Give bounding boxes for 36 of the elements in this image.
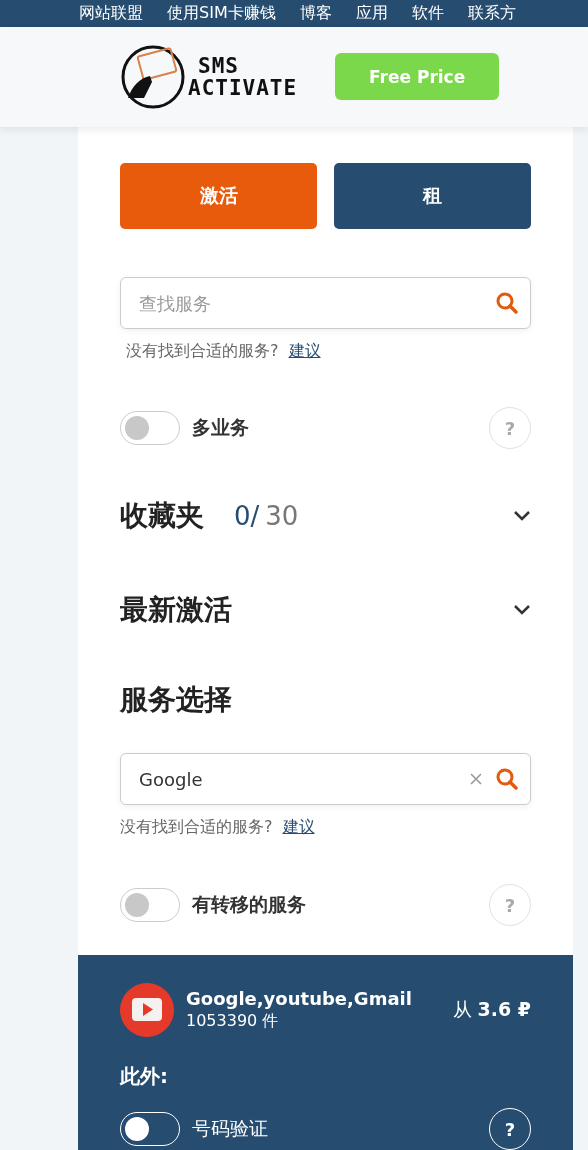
section-title: 服务选择 [120,682,232,718]
toggle-label: 多业务 [192,415,250,440]
number-count: 1053390 件 [186,1011,280,1032]
price-prefix: 从 [452,997,472,1022]
section-title: 最新激活 [120,592,232,628]
logo-icon [120,44,186,110]
section-title: 收藏夹 [120,498,204,534]
chevron-icon[interactable] [513,510,531,522]
chevron-icon[interactable] [513,604,531,616]
nav-link[interactable]: 博客 [299,3,332,24]
hint-text: 没有找到合适的服务? [120,817,273,838]
service-search-field[interactable]: Google [120,753,531,805]
nav-link[interactable]: 联系方 [467,3,516,24]
nav-link[interactable]: 使用SIM卡赚钱 [167,3,276,24]
search-icon[interactable] [495,291,519,315]
search-field[interactable]: 查找服务 [120,277,531,329]
suggest-link[interactable]: 建议 [282,817,315,838]
nav-link[interactable]: 软件 [411,3,444,24]
clear-icon[interactable] [469,772,483,786]
price: 3.6 ₽ [477,998,531,1020]
toggle-label: 号码验证 [192,1116,269,1141]
mode-tab[interactable]: 激活 [120,163,317,229]
suggest-link[interactable]: 建议 [288,341,321,362]
logo-text: SMS [197,55,240,77]
service-name: Google,youtube,Gmail [186,988,413,1009]
search-icon[interactable] [495,767,519,791]
play-icon [120,983,174,1037]
mode-tab[interactable]: 租 [334,163,531,229]
logo-text: ACTIVATE [188,77,298,99]
hint-text: 没有找到合适的服务? [126,341,279,362]
extras-label: 此外: [120,1063,169,1090]
nav-link[interactable]: 网站联盟 [79,3,143,24]
favorites-limit: 30 [265,501,300,531]
favorites-count: 0/ [234,501,260,531]
toggle-label: 有转移的服务 [192,892,307,917]
nav-link[interactable]: 应用 [355,3,388,24]
